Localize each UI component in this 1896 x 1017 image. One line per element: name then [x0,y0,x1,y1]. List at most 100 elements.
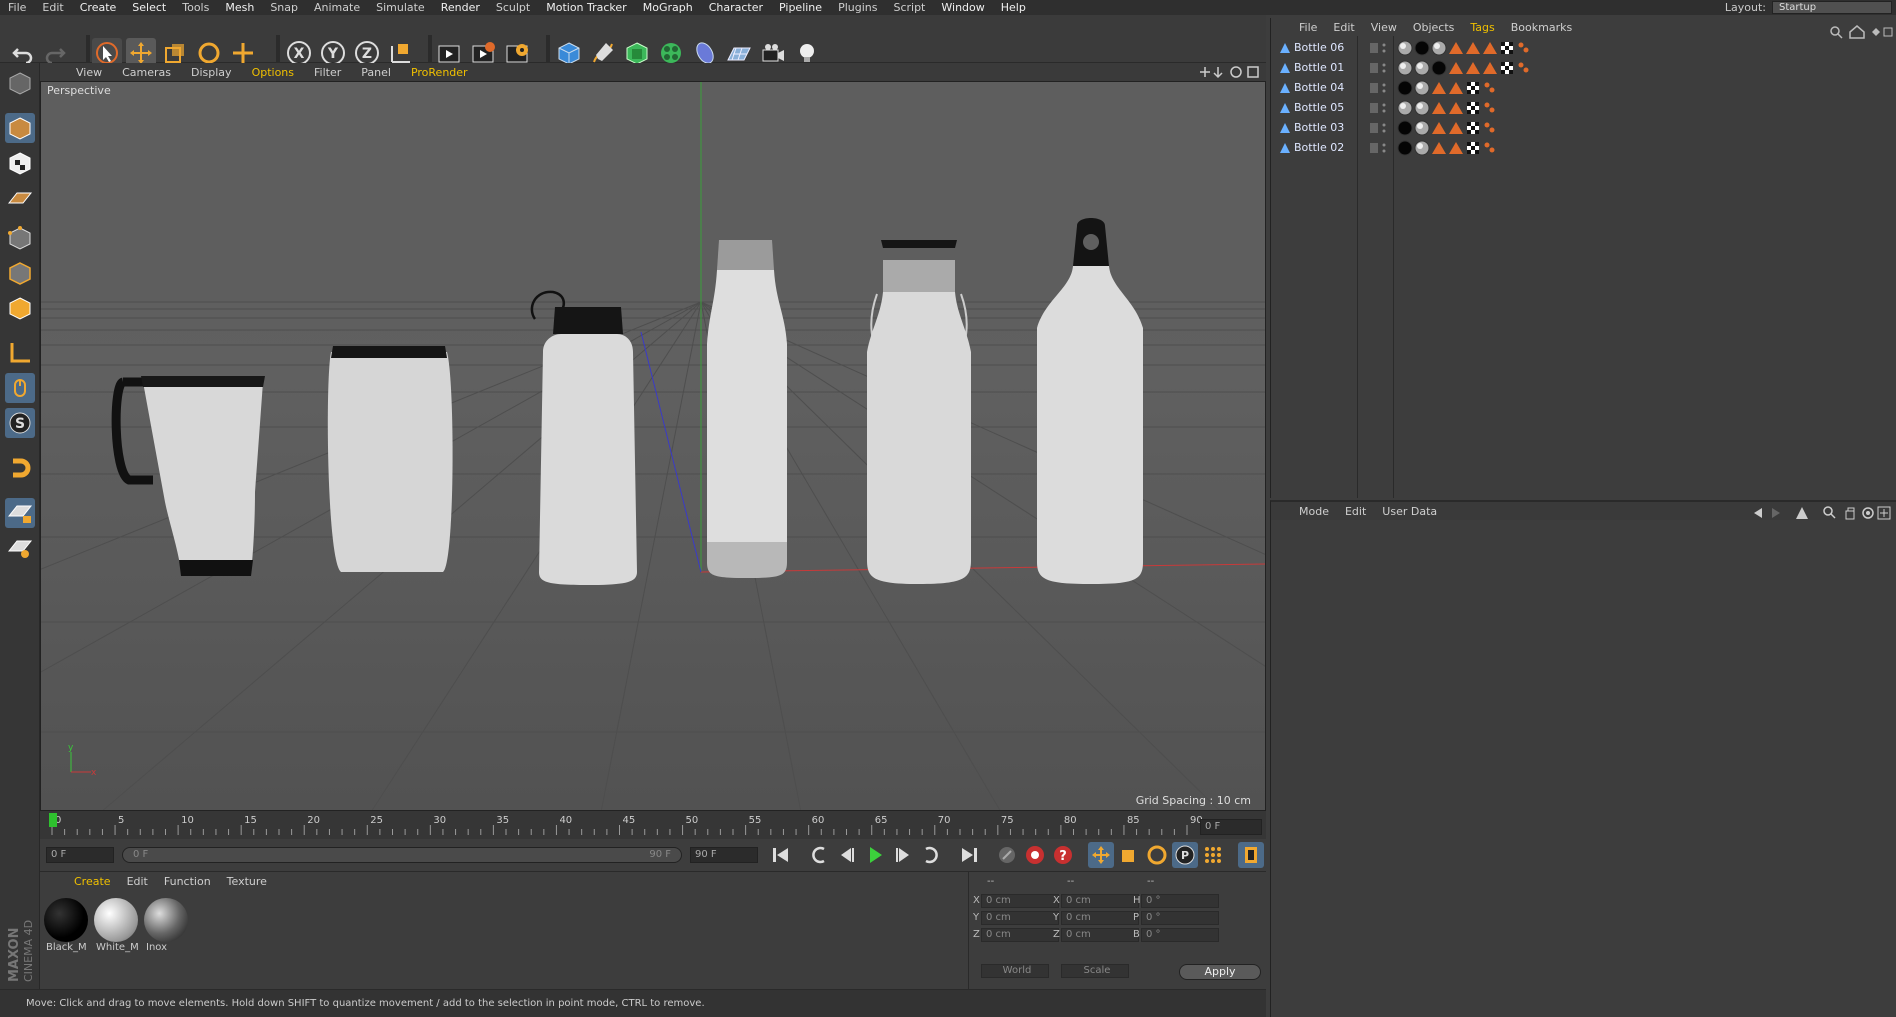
object-name[interactable]: Bottle 03 [1279,121,1359,134]
workplane-mode-icon[interactable] [5,183,35,213]
viewport-menu-view[interactable]: View [66,66,112,79]
object-row[interactable]: Bottle 03 [1279,118,1891,137]
layout-dropdown[interactable]: Startup [1772,1,1892,14]
coord-field-y[interactable]: 0 cm [1061,911,1139,925]
selection-tag-icon[interactable] [1431,120,1447,136]
material-tag-icon[interactable] [1414,40,1430,56]
menu-file[interactable]: File [0,1,34,14]
attribute-manager-tools[interactable] [1752,505,1892,521]
object-menu-edit[interactable]: Edit [1325,21,1362,34]
current-frame-field[interactable]: 0 F [1200,819,1262,835]
material-tag-icon[interactable] [1397,60,1413,76]
tweak-mode-icon[interactable] [5,373,35,403]
goto-start-icon[interactable] [768,842,794,868]
viewport-menu-panel[interactable]: Panel [351,66,401,79]
next-frame-icon[interactable] [890,842,916,868]
locked-workplane-icon[interactable] [5,498,35,528]
model-mode-icon[interactable] [5,113,35,143]
uvw-tag-icon[interactable] [1465,100,1481,116]
material-tag-icon[interactable] [1414,60,1430,76]
menu-tools[interactable]: Tools [174,1,217,14]
selection-tag-icon[interactable] [1465,40,1481,56]
selection-tag-icon[interactable] [1431,100,1447,116]
phong-tag-icon[interactable] [1516,60,1532,76]
menu-render[interactable]: Render [433,1,488,14]
motion-record-icon[interactable] [994,842,1020,868]
texture-mode-icon[interactable] [5,148,35,178]
material-swatch-black-m[interactable]: Black_M [44,898,90,956]
key-point-level-icon[interactable] [1200,842,1226,868]
uvw-tag-icon[interactable] [1499,60,1515,76]
object-menu-tags[interactable]: Tags [1462,21,1502,34]
layer-visibility-icon[interactable] [1369,101,1389,115]
viewport-menu-prorender[interactable]: ProRender [401,66,478,79]
menu-simulate[interactable]: Simulate [368,1,433,14]
timeline-ruler[interactable]: 0 5 10 15 20 25 30 35 40 45 50 55 60 65 70 75 80 85 90 [40,811,1266,839]
menu-pipeline[interactable]: Pipeline [771,1,830,14]
material-menu-function[interactable]: Function [156,875,219,888]
preview-range-slider[interactable]: 0 F 90 F [122,847,682,863]
coord-field-z[interactable]: 0 cm [1061,928,1139,942]
material-menu-texture[interactable]: Texture [219,875,275,888]
object-menu-file[interactable]: File [1291,21,1325,34]
world-dropdown[interactable]: World [981,964,1049,978]
selection-tag-icon[interactable] [1482,40,1498,56]
coord-field-y[interactable]: 0 cm [981,911,1059,925]
axis-mode-icon[interactable] [5,338,35,368]
menu-window[interactable]: Window [933,1,992,14]
material-tag-icon[interactable] [1431,60,1447,76]
material-tag-icon[interactable] [1414,80,1430,96]
key-scale-icon[interactable] [1116,842,1142,868]
menu-script[interactable]: Script [885,1,933,14]
perspective-viewport[interactable]: y x Perspective Grid Spacing : 10 cm [40,81,1266,811]
object-menu-bookmarks[interactable]: Bookmarks [1503,21,1580,34]
selection-tag-icon[interactable] [1431,140,1447,156]
selection-tag-icon[interactable] [1482,60,1498,76]
object-row[interactable]: Bottle 04 [1279,78,1891,97]
points-mode-icon[interactable] [5,223,35,253]
play-icon[interactable] [862,842,888,868]
menu-plugins[interactable]: Plugins [830,1,885,14]
uvw-tag-icon[interactable] [1465,80,1481,96]
object-name[interactable]: Bottle 04 [1279,81,1359,94]
uvw-tag-icon[interactable] [1465,120,1481,136]
phong-tag-icon[interactable] [1516,40,1532,56]
menu-mograph[interactable]: MoGraph [635,1,701,14]
phong-tag-icon[interactable] [1482,140,1498,156]
uvw-tag-icon[interactable] [1499,40,1515,56]
layer-visibility-icon[interactable] [1369,121,1389,135]
attribute-menu-user-data[interactable]: User Data [1374,505,1445,518]
viewport-menu-display[interactable]: Display [181,66,242,79]
object-row[interactable]: Bottle 06 [1279,38,1891,57]
phong-tag-icon[interactable] [1482,80,1498,96]
coord-field-x[interactable]: 0 cm [981,894,1059,908]
snap-icon[interactable]: S [5,408,35,438]
next-key-icon[interactable] [918,842,944,868]
previous-frame-icon[interactable] [834,842,860,868]
object-name[interactable]: Bottle 05 [1279,101,1359,114]
coord-field-b[interactable]: 0 ° [1141,928,1219,942]
polygons-mode-icon[interactable] [5,293,35,323]
start-frame-field[interactable]: 0 F [46,847,114,863]
material-tag-icon[interactable] [1414,100,1430,116]
material-tag-icon[interactable] [1397,40,1413,56]
menu-snap[interactable]: Snap [262,1,306,14]
key-parameter-icon[interactable]: P [1172,842,1198,868]
edges-mode-icon[interactable] [5,258,35,288]
viewport-menu-filter[interactable]: Filter [304,66,351,79]
phong-tag-icon[interactable] [1482,120,1498,136]
object-row[interactable]: Bottle 01 [1279,58,1891,77]
object-row[interactable]: Bottle 05 [1279,98,1891,117]
selection-tag-icon[interactable] [1448,100,1464,116]
previous-key-icon[interactable] [806,842,832,868]
autokey-icon[interactable]: ? [1050,842,1076,868]
attribute-menu-edit[interactable]: Edit [1337,505,1374,518]
selection-tag-icon[interactable] [1431,80,1447,96]
object-menu-objects[interactable]: Objects [1405,21,1463,34]
key-position-icon[interactable] [1088,842,1114,868]
coord-field-x[interactable]: 0 cm [1061,894,1139,908]
viewport-menu-options[interactable]: Options [242,66,304,79]
goto-end-icon[interactable] [956,842,982,868]
object-name[interactable]: Bottle 06 [1279,41,1359,54]
coord-field-h[interactable]: 0 ° [1141,894,1219,908]
